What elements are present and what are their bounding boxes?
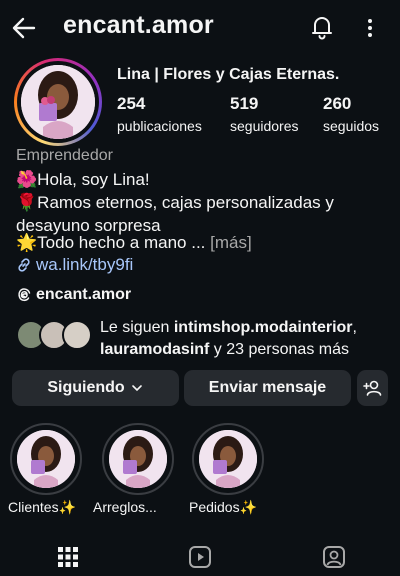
- bio-line-4: 🌟Todo hecho a mano ... [más]: [16, 233, 252, 253]
- stat-followers-label: seguidores: [230, 118, 299, 134]
- message-button-label: Enviar mensaje: [208, 379, 327, 396]
- stat-followers[interactable]: 519 seguidores: [230, 94, 299, 134]
- tagged-icon[interactable]: [321, 544, 347, 570]
- highlight-label: Arreglos...: [93, 499, 157, 515]
- grid-icon[interactable]: [55, 544, 81, 570]
- followed-by[interactable]: Le siguen intimshop.modainterior, lauramo…: [16, 317, 396, 361]
- message-button[interactable]: Enviar mensaje: [184, 370, 351, 406]
- avatar-image: [21, 65, 95, 139]
- link-icon: [18, 258, 30, 272]
- profile-username-title: encant.amor: [63, 11, 214, 39]
- display-name: Lina | Flores y Cajas Eternas.: [117, 66, 340, 83]
- followed-by-text: Le siguen intimshop.modainterior, lauramo…: [100, 319, 357, 358]
- following-button[interactable]: Siguiendo: [12, 370, 179, 406]
- following-button-label: Siguiendo: [47, 379, 125, 396]
- threads-icon: [18, 288, 31, 302]
- suggest-users-button[interactable]: [357, 370, 388, 406]
- highlight-label: Clientes✨: [8, 499, 77, 515]
- bio-line-2: 🌹Ramos eternos, cajas personalizadas y: [16, 193, 334, 212]
- highlight-image: [17, 430, 75, 488]
- highlight-label: Pedidos✨: [189, 499, 258, 515]
- profile-link[interactable]: wa.link/tby9fi: [16, 255, 133, 275]
- stat-following-count: 260: [323, 94, 352, 113]
- stat-posts-count: 254: [117, 94, 146, 113]
- bio-line-4-text: 🌟Todo hecho a mano ...: [16, 233, 206, 252]
- stat-followers-count: 519: [230, 94, 259, 113]
- chevron-down-icon: [131, 385, 142, 392]
- bio-more-link[interactable]: [más]: [210, 233, 252, 252]
- profile-content-tabs: [0, 540, 400, 576]
- profile-link-text: wa.link/tby9fi: [36, 255, 134, 274]
- add-person-icon: [362, 380, 381, 396]
- top-bar: encant.amor: [0, 0, 400, 56]
- highlight-image: [199, 430, 257, 488]
- stat-following[interactable]: 260 seguidos: [323, 94, 379, 134]
- arrow-left-icon[interactable]: [10, 14, 38, 42]
- stat-following-label: seguidos: [323, 118, 380, 134]
- threads-handle: encant.amor: [36, 286, 132, 303]
- reels-icon[interactable]: [187, 544, 213, 570]
- stat-posts-label: publicaciones: [117, 118, 202, 134]
- profile-category: Emprendedor: [16, 147, 113, 164]
- highlight-pedidos[interactable]: Pedidos✨: [189, 423, 264, 515]
- bio-line-1: 🌺Hola, soy Lina!: [16, 170, 150, 189]
- bell-icon[interactable]: [308, 13, 336, 41]
- threads-badge[interactable]: encant.amor: [16, 286, 131, 304]
- stat-posts[interactable]: 254 publicaciones: [117, 94, 202, 134]
- highlight-arreglos[interactable]: Arreglos...: [93, 423, 174, 515]
- more-vertical-icon[interactable]: [358, 14, 382, 42]
- follower-avatar-3: [62, 320, 92, 350]
- highlight-image: [109, 430, 167, 488]
- profile-avatar[interactable]: [14, 58, 102, 146]
- highlight-clientes[interactable]: Clientes✨: [8, 423, 82, 515]
